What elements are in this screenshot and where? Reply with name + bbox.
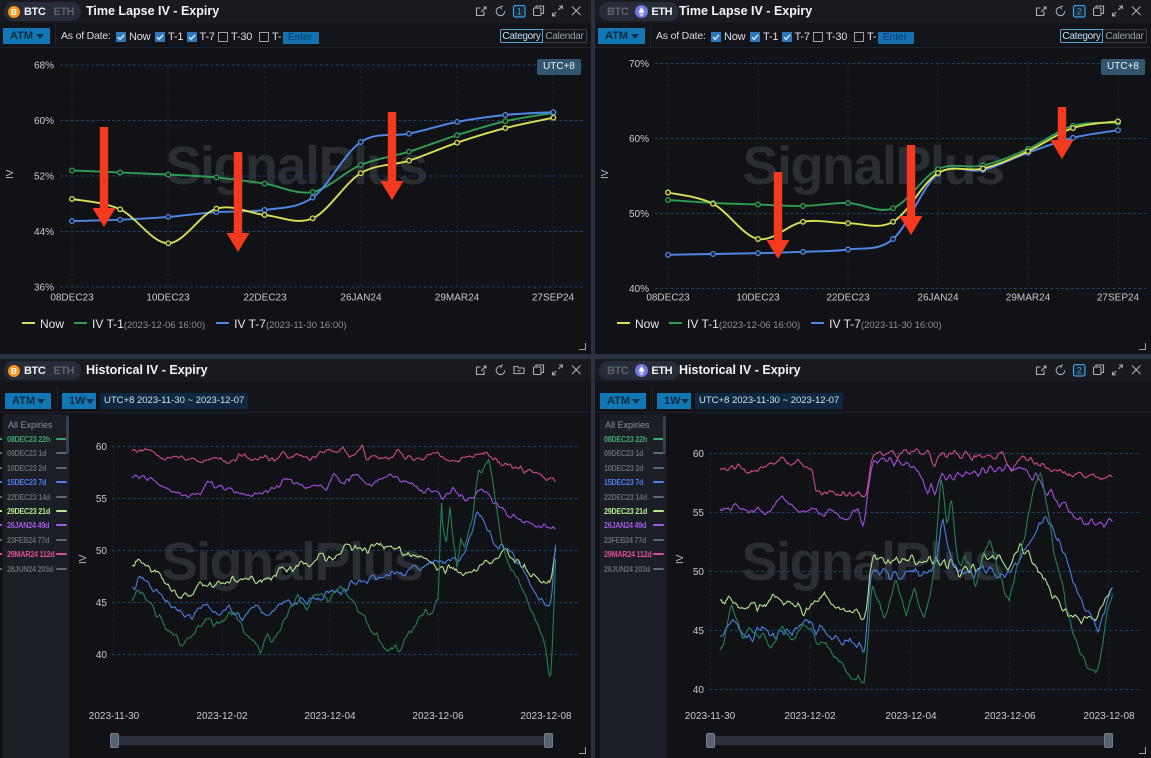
svg-text:08DEC23: 08DEC23 [646, 293, 690, 304]
svg-text:40: 40 [693, 685, 705, 696]
svg-text:55: 55 [693, 508, 705, 519]
svg-text:10DEC23: 10DEC23 [146, 293, 190, 304]
svg-text:2023-11-30: 2023-11-30 [89, 711, 140, 722]
svg-text:44%: 44% [34, 227, 54, 238]
svg-text:29MAR24: 29MAR24 [1006, 293, 1051, 304]
svg-text:50: 50 [693, 567, 705, 578]
svg-text:27SEP24: 27SEP24 [532, 293, 575, 304]
svg-text:27SEP24: 27SEP24 [1097, 293, 1140, 304]
svg-text:22DEC23: 22DEC23 [243, 293, 287, 304]
svg-text:2023-12-02: 2023-12-02 [196, 711, 248, 722]
svg-text:40: 40 [96, 650, 108, 661]
svg-text:2023-12-06: 2023-12-06 [412, 711, 464, 722]
svg-text:2023-12-04: 2023-12-04 [304, 711, 356, 722]
svg-text:50%: 50% [629, 209, 649, 220]
svg-text:60%: 60% [629, 134, 649, 145]
svg-text:26JAN24: 26JAN24 [917, 293, 959, 304]
svg-text:60: 60 [96, 442, 108, 453]
svg-text:55: 55 [96, 494, 108, 505]
svg-text:68%: 68% [34, 61, 54, 72]
svg-text:29MAR24: 29MAR24 [435, 293, 480, 304]
svg-text:IV: IV [675, 554, 686, 564]
svg-text:45: 45 [693, 626, 705, 637]
svg-text:2023-12-06: 2023-12-06 [984, 711, 1036, 722]
svg-text:70%: 70% [629, 59, 649, 70]
svg-text:26JAN24: 26JAN24 [340, 293, 382, 304]
svg-text:50: 50 [96, 546, 108, 557]
svg-text:2023-12-02: 2023-12-02 [784, 711, 836, 722]
svg-text:10DEC23: 10DEC23 [736, 293, 780, 304]
svg-text:52%: 52% [34, 172, 54, 183]
svg-text:45: 45 [96, 598, 108, 609]
svg-text:IV: IV [5, 169, 16, 179]
svg-text:IV: IV [600, 169, 611, 179]
svg-text:60%: 60% [34, 116, 54, 127]
svg-text:2023-11-30: 2023-11-30 [685, 711, 736, 722]
svg-text:22DEC23: 22DEC23 [826, 293, 870, 304]
svg-text:IV: IV [78, 554, 89, 564]
svg-text:2023-12-08: 2023-12-08 [1083, 711, 1135, 722]
svg-text:08DEC23: 08DEC23 [50, 293, 94, 304]
svg-text:60: 60 [693, 449, 705, 460]
svg-text:2023-12-08: 2023-12-08 [520, 711, 572, 722]
svg-text:2023-12-04: 2023-12-04 [885, 711, 937, 722]
